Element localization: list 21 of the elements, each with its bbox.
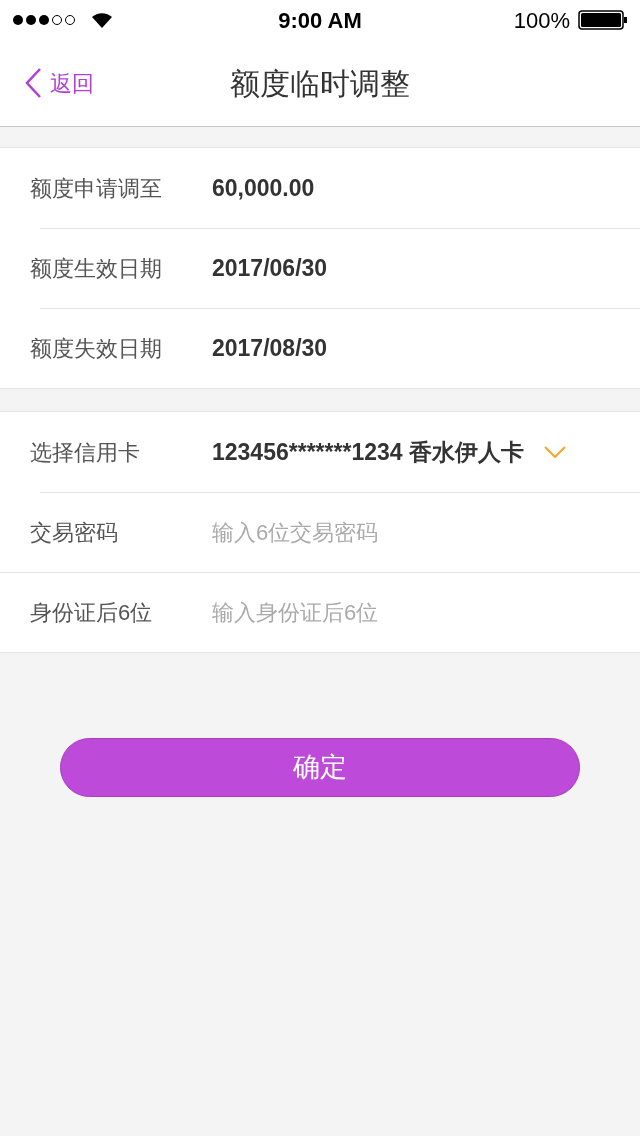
field-label: 额度失效日期	[29, 334, 163, 363]
dropdown-chevron-icon	[543, 446, 566, 458]
back-chevron-icon	[24, 67, 42, 99]
wifi-icon	[90, 11, 114, 29]
field-label: 额度生效日期	[29, 254, 163, 283]
confirm-button[interactable]: 确定	[60, 738, 580, 797]
input-field[interactable]: 输入6位交易密码	[212, 515, 620, 549]
field-label: 交易密码	[29, 518, 119, 547]
input-field[interactable]: 输入身份证后6位	[212, 595, 620, 629]
field-value: 2017/08/30	[212, 333, 328, 363]
battery-icon	[578, 10, 628, 30]
page-title: 额度临时调整	[230, 65, 410, 102]
battery-percent: 100%	[513, 6, 570, 35]
card-select[interactable]: 123456*******1234 香水伊人卡	[212, 434, 566, 470]
back-button[interactable]: 返回	[0, 66, 94, 100]
field-label: 选择信用卡	[29, 438, 141, 467]
field-label: 身份证后6位	[29, 598, 154, 627]
status-time: 9:00 AM	[278, 6, 362, 35]
field-label: 额度申请调至	[29, 174, 163, 203]
field-value: 60,000.00	[212, 173, 315, 203]
field-value: 2017/06/30	[212, 253, 328, 283]
